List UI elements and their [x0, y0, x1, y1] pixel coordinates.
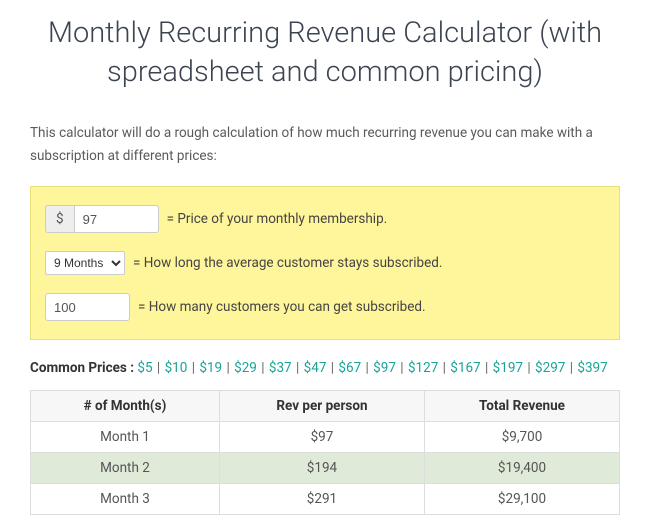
duration-select[interactable]: 9 Months	[45, 251, 125, 275]
price-separator: |	[293, 360, 303, 376]
intro-text: This calculator will do a rough calculat…	[30, 122, 620, 168]
price-separator: |	[362, 360, 372, 376]
duration-label: = How long the average customer stays su…	[133, 255, 442, 271]
col-rev-person: Rev per person	[219, 391, 424, 422]
col-months: # of Month(s)	[31, 391, 220, 422]
table-cell: Month 1	[31, 422, 220, 453]
price-separator: |	[223, 360, 233, 376]
common-price-link[interactable]: $127	[408, 360, 438, 376]
customers-label: = How many customers you can get subscri…	[138, 299, 426, 315]
common-price-link[interactable]: $167	[450, 360, 480, 376]
table-row: Month 1$97$9,700	[31, 422, 620, 453]
table-cell: $9,700	[424, 422, 619, 453]
price-separator: |	[524, 360, 534, 376]
common-price-link[interactable]: $29	[234, 360, 257, 376]
table-cell: Month 3	[31, 484, 220, 515]
table-cell: $194	[219, 453, 424, 484]
price-separator: |	[188, 360, 198, 376]
currency-addon: $	[45, 205, 74, 233]
col-total-rev: Total Revenue	[424, 391, 619, 422]
customers-input[interactable]	[45, 293, 130, 321]
common-price-link[interactable]: $297	[535, 360, 565, 376]
common-price-link[interactable]: $197	[493, 360, 523, 376]
price-separator: |	[566, 360, 576, 376]
common-price-link[interactable]: $37	[269, 360, 292, 376]
common-price-link[interactable]: $97	[373, 360, 396, 376]
table-row: Month 2$194$19,400	[31, 453, 620, 484]
table-cell: $97	[219, 422, 424, 453]
revenue-table: # of Month(s) Rev per person Total Reven…	[30, 390, 620, 515]
common-price-link[interactable]: $5	[137, 360, 152, 376]
table-row: Month 3$291$29,100	[31, 484, 620, 515]
common-price-link[interactable]: $19	[199, 360, 222, 376]
price-separator: |	[327, 360, 337, 376]
duration-row: 9 Months = How long the average customer…	[45, 251, 605, 275]
price-separator: |	[397, 360, 407, 376]
calculator-panel: $ = Price of your monthly membership. 9 …	[30, 186, 620, 340]
price-input[interactable]	[74, 205, 159, 233]
table-cell: $19,400	[424, 453, 619, 484]
price-separator: |	[482, 360, 492, 376]
price-separator: |	[439, 360, 449, 376]
price-separator: |	[154, 360, 164, 376]
price-separator: |	[258, 360, 268, 376]
common-price-link[interactable]: $47	[304, 360, 327, 376]
common-price-link[interactable]: $10	[165, 360, 188, 376]
common-prices: Common Prices : $5 | $10 | $19 | $29 | $…	[30, 360, 620, 376]
page-title: Monthly Recurring Revenue Calculator (wi…	[30, 14, 620, 92]
table-cell: $29,100	[424, 484, 619, 515]
price-label: = Price of your monthly membership.	[167, 211, 388, 227]
common-price-link[interactable]: $67	[338, 360, 361, 376]
table-cell: $291	[219, 484, 424, 515]
table-cell: Month 2	[31, 453, 220, 484]
common-prices-label: Common Prices :	[30, 360, 134, 376]
price-row: $ = Price of your monthly membership.	[45, 205, 605, 233]
common-price-link[interactable]: $397	[577, 360, 607, 376]
customers-row: = How many customers you can get subscri…	[45, 293, 605, 321]
